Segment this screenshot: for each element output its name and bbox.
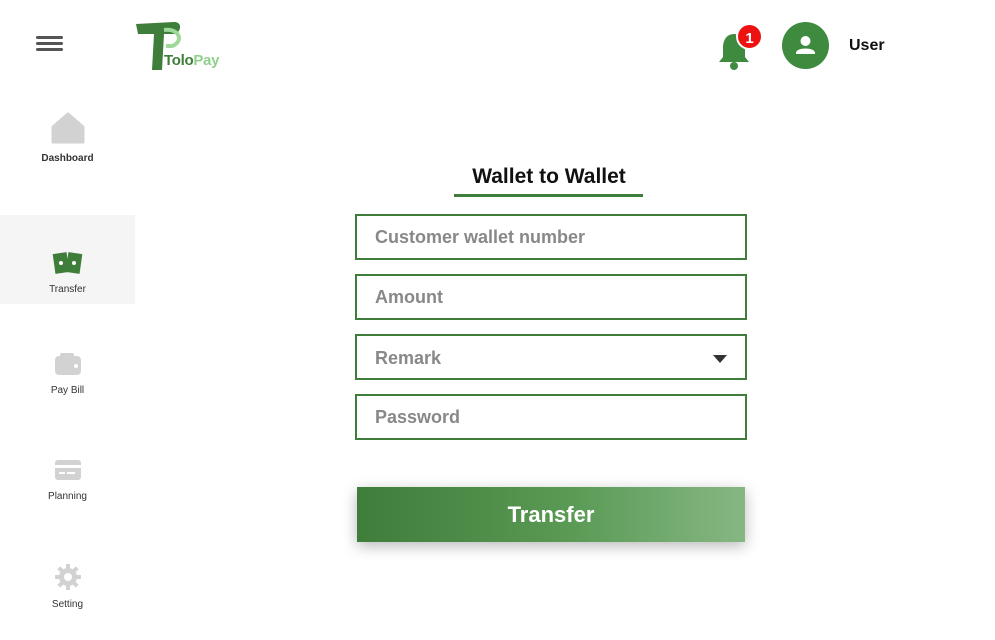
home-icon: [51, 112, 84, 144]
avatar[interactable]: [782, 22, 829, 69]
sidebar-item-label: Setting: [51, 599, 84, 610]
user-icon: [796, 36, 815, 54]
amount-field[interactable]: [355, 274, 747, 320]
user-name: User: [849, 37, 885, 54]
app-logo[interactable]: ToloPay: [134, 20, 224, 74]
sidebar-item-label: Planning: [48, 491, 87, 502]
sidebar-item-label: Pay Bill: [50, 385, 85, 396]
amount-input[interactable]: [357, 276, 745, 318]
chevron-down-icon: [713, 355, 727, 363]
money-icon: [52, 252, 82, 274]
logo-text: ToloPay: [164, 52, 220, 69]
wallet-icon: [54, 353, 81, 375]
card-icon: [54, 460, 81, 480]
sidebar-item-label: Dashboard: [41, 153, 94, 164]
password-input[interactable]: [357, 396, 745, 438]
hamburger-line: [36, 42, 63, 45]
hamburger-icon[interactable]: [36, 36, 64, 52]
hamburger-line: [36, 48, 63, 51]
sidebar-item-transfer[interactable]: Transfer: [0, 215, 135, 304]
transfer-button[interactable]: Transfer: [357, 487, 745, 542]
sidebar-item-planning[interactable]: Planning: [0, 458, 135, 508]
sidebar-item-label: Transfer: [49, 284, 86, 295]
password-field[interactable]: [355, 394, 747, 440]
sidebar-item-pay-bill[interactable]: Pay Bill: [0, 352, 135, 402]
notification-badge: 1: [736, 23, 763, 50]
remark-select[interactable]: Remark: [355, 334, 747, 380]
wallet-number-field[interactable]: [355, 214, 747, 260]
gear-icon: [54, 564, 81, 590]
title-underline: [454, 194, 643, 197]
hamburger-line: [36, 36, 63, 39]
wallet-number-input[interactable]: [357, 216, 745, 258]
page-title: Wallet to Wallet: [472, 165, 626, 188]
sidebar-item-setting[interactable]: Setting: [0, 564, 135, 614]
remark-select-value: Remark: [375, 348, 442, 368]
sidebar-item-dashboard[interactable]: Dashboard: [0, 112, 135, 168]
